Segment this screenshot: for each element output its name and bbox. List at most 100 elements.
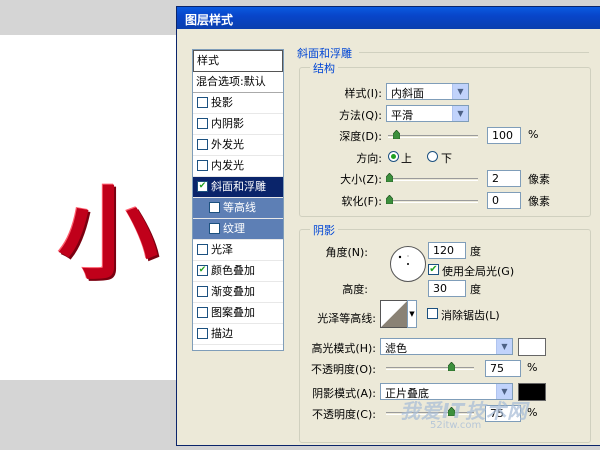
angle-dial-icon [398, 255, 409, 265]
style-item-checkbox[interactable] [209, 201, 220, 213]
style-label: 样式(I): [344, 87, 382, 100]
anti-aliased-checkbox[interactable] [427, 308, 438, 319]
style-item[interactable]: 内阴影 [193, 114, 283, 135]
blend-options-item[interactable]: 混合选项:默认 [193, 72, 283, 93]
style-item-checkbox[interactable] [197, 285, 208, 297]
angle-dial[interactable] [390, 246, 426, 282]
style-item[interactable]: 图案叠加 [193, 303, 283, 324]
style-item-label: 等高线 [223, 201, 256, 214]
style-item[interactable]: 外发光 [193, 135, 283, 156]
style-item-label: 斜面和浮雕 [211, 180, 266, 193]
section-title: 斜面和浮雕 [297, 47, 352, 60]
highlight-color-swatch[interactable] [518, 338, 546, 356]
dialog-titlebar[interactable]: 图层样式 [177, 7, 600, 29]
soften-input[interactable]: 0 [487, 192, 521, 209]
technique-select[interactable]: 平滑 ▼ [386, 105, 469, 122]
size-unit: 像素 [528, 173, 550, 186]
size-label: 大小(Z): [340, 173, 382, 186]
style-item-checkbox[interactable] [197, 96, 208, 108]
soften-slider[interactable] [385, 195, 478, 204]
style-item-checkbox[interactable] [197, 306, 208, 318]
shadow-opacity-unit: % [527, 406, 538, 419]
style-item[interactable]: 等高线 [193, 198, 283, 219]
style-list: 样式 混合选项:默认 投影内阴影外发光内发光 ✔ 斜面和浮雕等高线纹理 光泽 ✔ 颜色叠加… [192, 49, 284, 351]
shadow-opacity-label: 不透明度(C): [312, 408, 376, 421]
style-item[interactable]: ✔ 斜面和浮雕 [193, 177, 283, 198]
highlight-opacity-slider[interactable] [386, 362, 474, 371]
style-item-checkbox[interactable] [197, 243, 208, 255]
soften-unit: 像素 [528, 195, 550, 208]
soften-label: 软化(F): [341, 195, 382, 208]
direction-up-radio[interactable] [388, 151, 399, 162]
style-item-checkbox[interactable] [197, 138, 208, 150]
size-slider[interactable] [385, 173, 478, 182]
style-item-checkbox[interactable] [197, 159, 208, 171]
watermark-url: 52itw.com [430, 420, 482, 431]
depth-input[interactable]: 100 [487, 127, 521, 144]
altitude-label: 高度: [342, 283, 368, 296]
anti-aliased-label: 消除锯齿(L) [441, 309, 500, 322]
depth-unit: % [528, 128, 539, 141]
structure-title: 结构 [310, 60, 338, 76]
soften-slider-thumb[interactable] [385, 195, 393, 204]
style-item[interactable]: 投影 [193, 93, 283, 114]
chevron-down-icon: ▼ [452, 106, 468, 121]
bevel-style-value: 内斜面 [391, 87, 424, 100]
gloss-contour-dropdown[interactable]: ▼ [407, 300, 417, 328]
style-item-label: 图案叠加 [211, 306, 255, 319]
highlight-mode-label: 高光模式(H): [311, 342, 376, 355]
highlight-opacity-label: 不透明度(O): [311, 363, 376, 376]
dialog-title: 图层样式 [185, 13, 234, 27]
depth-slider-thumb[interactable] [393, 130, 400, 139]
style-item-checkbox[interactable]: ✔ [197, 180, 208, 192]
contour-curve-icon [381, 301, 407, 327]
angle-label: 角度(N): [325, 246, 368, 259]
altitude-input[interactable]: 30 [428, 280, 466, 297]
checkmark-icon: ✔ [429, 264, 438, 275]
highlight-opacity-unit: % [527, 361, 538, 374]
chevron-down-icon: ▼ [496, 339, 512, 354]
bevel-style-select[interactable]: 内斜面 ▼ [386, 83, 469, 100]
style-item-checkbox[interactable] [197, 117, 208, 129]
style-item[interactable]: ✔ 颜色叠加 [193, 261, 283, 282]
document-canvas: 小 [0, 35, 180, 380]
angle-input[interactable]: 120 [428, 242, 466, 259]
technique-value: 平滑 [391, 109, 413, 122]
shadow-mode-label: 阴影模式(A): [312, 387, 376, 400]
size-slider-thumb[interactable] [385, 173, 393, 182]
style-item[interactable]: 光泽 [193, 240, 283, 261]
chevron-down-icon: ▼ [409, 310, 415, 318]
highlight-mode-select[interactable]: 滤色 ▼ [380, 338, 513, 355]
angle-unit: 度 [470, 245, 481, 258]
size-input[interactable]: 2 [487, 170, 521, 187]
direction-label: 方向: [356, 152, 382, 165]
chevron-down-icon: ▼ [452, 84, 468, 99]
gloss-contour-preview[interactable] [380, 300, 408, 328]
style-item[interactable]: 渐变叠加 [193, 282, 283, 303]
style-item-label: 内阴影 [211, 117, 244, 130]
altitude-unit: 度 [470, 283, 481, 296]
style-item-label: 外发光 [211, 138, 244, 151]
checkmark-icon: ✔ [198, 264, 207, 275]
style-item[interactable]: 纹理 [193, 219, 283, 240]
direction-down-radio[interactable] [427, 151, 438, 162]
style-item-label: 投影 [211, 96, 233, 109]
gloss-contour-label: 光泽等高线: [317, 312, 376, 325]
style-item[interactable]: 内发光 [193, 156, 283, 177]
section-divider [359, 52, 589, 53]
style-item-label: 渐变叠加 [211, 285, 255, 298]
highlight-mode-value: 滤色 [385, 342, 407, 355]
style-item-checkbox[interactable] [209, 222, 220, 234]
highlight-opacity-input[interactable]: 75 [485, 360, 521, 377]
highlight-opacity-thumb[interactable] [448, 362, 455, 371]
checkmark-icon: ✔ [198, 180, 207, 191]
shading-title: 阴影 [310, 222, 338, 238]
layer-style-dialog: 图层样式 样式 混合选项:默认 投影 内阴影 外发光 内发光 ✔ 斜面和浮雕 等高线 纹理 光泽… [176, 6, 600, 446]
style-item-checkbox[interactable] [197, 327, 208, 339]
depth-slider[interactable] [388, 130, 478, 139]
global-light-checkbox[interactable]: ✔ [428, 264, 439, 275]
style-list-header[interactable]: 样式 [193, 50, 283, 72]
style-item-label: 描边 [211, 327, 233, 340]
style-item[interactable]: 描边 [193, 324, 283, 345]
style-item-checkbox[interactable]: ✔ [197, 264, 208, 276]
